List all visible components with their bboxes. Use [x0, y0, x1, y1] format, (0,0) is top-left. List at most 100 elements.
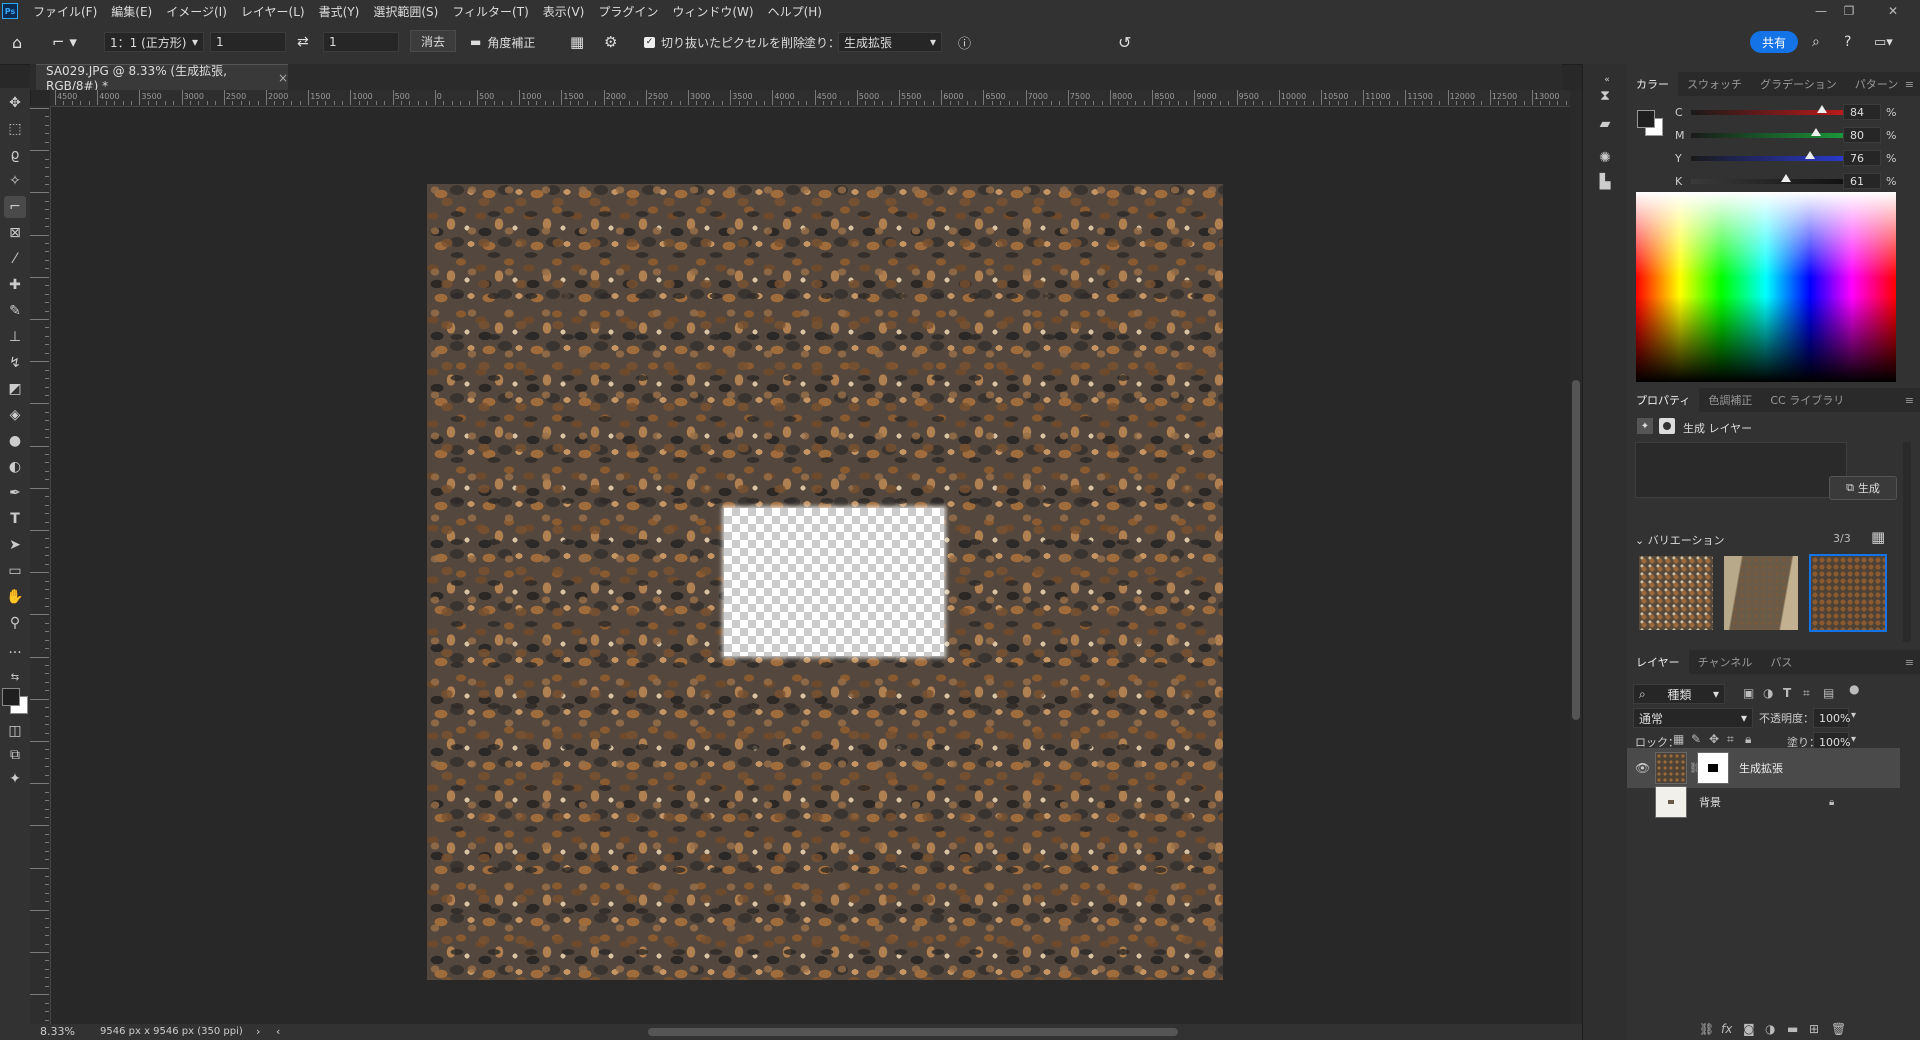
workspace-icon[interactable]: ▭▾ — [1874, 32, 1893, 52]
adjustments-icon[interactable]: ✺ — [1593, 146, 1617, 170]
filter-smart-object-icon[interactable]: ▤ — [1823, 686, 1834, 700]
slider-y-thumb[interactable] — [1804, 151, 1815, 159]
scroll-left-icon[interactable]: ‹ — [276, 1025, 280, 1038]
chevron-right-icon[interactable]: › — [256, 1025, 260, 1038]
crop-tool-icon[interactable]: ⌐ — [4, 196, 26, 218]
path-selection-tool-icon[interactable]: ➤ — [4, 534, 26, 556]
panel-menu-icon[interactable]: ≡ — [1905, 78, 1914, 91]
lasso-tool-icon[interactable]: ϱ — [4, 144, 26, 166]
info-icon[interactable]: ⓘ — [958, 32, 971, 52]
brush-tool-icon[interactable]: ✎ — [4, 300, 26, 322]
histogram-icon[interactable]: ▙ — [1593, 170, 1617, 194]
eraser-tool-icon[interactable]: ◩ — [4, 378, 26, 400]
slider-k-thumb[interactable] — [1781, 174, 1792, 182]
filter-type-icon[interactable]: T — [1783, 686, 1791, 700]
color-spectrum[interactable] — [1636, 192, 1896, 382]
clear-button[interactable]: 消去 — [410, 30, 457, 52]
slider-k-track[interactable] — [1691, 178, 1847, 184]
prompt-input[interactable] — [1635, 442, 1847, 498]
zoom-level[interactable]: 8.33% — [40, 1025, 75, 1038]
filter-shape-icon[interactable]: ⌗ — [1803, 686, 1810, 701]
quick-mask-icon[interactable]: ◫ — [4, 720, 26, 742]
swap-colors-icon[interactable]: ⇆ — [4, 666, 26, 688]
slider-c-thumb[interactable] — [1817, 105, 1828, 113]
swap-icon[interactable]: ⇄ — [297, 32, 309, 52]
menu-file[interactable]: ファイル(F) — [26, 3, 104, 20]
reset-icon[interactable]: ↺ — [1118, 32, 1131, 52]
new-group-icon[interactable]: ▬ — [1787, 1022, 1798, 1036]
slider-m-value[interactable]: 80 — [1843, 127, 1881, 143]
chevron-down-icon[interactable]: ▾ — [1851, 710, 1856, 721]
menu-view[interactable]: 表示(V) — [536, 3, 592, 20]
slider-c-value[interactable]: 84 — [1843, 104, 1881, 120]
slider-y-value[interactable]: 76 — [1843, 150, 1881, 166]
tab-channels[interactable]: チャンネル — [1689, 650, 1762, 674]
menu-plugins[interactable]: プラグイン — [591, 3, 665, 20]
tab-color[interactable]: カラー — [1627, 72, 1678, 96]
slider-y-track[interactable] — [1691, 155, 1847, 161]
tab-adjustments[interactable]: 色調補正 — [1699, 388, 1761, 412]
straighten-button[interactable]: 角度補正 — [487, 34, 535, 51]
more-tools-icon[interactable]: ··· — [4, 642, 26, 664]
vertical-scroll-thumb[interactable] — [1572, 380, 1580, 720]
clone-stamp-tool-icon[interactable]: ⊥ — [4, 326, 26, 348]
lock-all-icon[interactable]: 🔒︎ — [1745, 732, 1751, 747]
menu-image[interactable]: イメージ(I) — [159, 3, 234, 20]
menu-type[interactable]: 書式(Y) — [312, 3, 367, 20]
fill-select[interactable]: 生成拡張 ▾ — [838, 32, 942, 52]
tab-layers[interactable]: レイヤー — [1627, 650, 1689, 674]
filter-toggle-icon[interactable]: ● — [1849, 682, 1859, 696]
history-brush-tool-icon[interactable]: ↯ — [4, 352, 26, 374]
document-tab[interactable]: SA029.JPG @ 8.33% (生成拡張, RGB/8#) * × — [36, 64, 288, 93]
chevron-down-icon[interactable]: ▾ — [1851, 734, 1856, 745]
rectangle-tool-icon[interactable]: ▭ — [4, 560, 26, 582]
menu-layer[interactable]: レイヤー(L) — [234, 3, 312, 20]
grid-view-icon[interactable]: ▦ — [1871, 528, 1885, 546]
comments-icon[interactable]: ▰ — [1593, 112, 1617, 136]
crop-tool-preset-icon[interactable]: ⌐ ▾ — [52, 32, 77, 52]
trash-icon[interactable]: 🗑︎ — [1831, 1022, 1846, 1036]
overlay-grid-icon[interactable]: ▦ — [570, 32, 584, 52]
lock-pixels-icon[interactable]: ✎ — [1691, 732, 1701, 746]
healing-brush-tool-icon[interactable]: ✚ — [4, 274, 26, 296]
slider-m-thumb[interactable] — [1810, 128, 1821, 136]
blur-tool-icon[interactable]: ● — [4, 430, 26, 452]
layer-row[interactable]: 背景 🔒︎ — [1627, 782, 1900, 822]
pen-tool-icon[interactable]: ✒ — [4, 482, 26, 504]
add-mask-icon[interactable]: ◙ — [1743, 1022, 1755, 1036]
blend-mode-select[interactable]: 通常 ▾ — [1633, 708, 1753, 728]
horizontal-scroll-thumb[interactable] — [648, 1028, 1178, 1036]
crop-height-input[interactable]: 1 — [323, 32, 399, 52]
close-icon[interactable]: × — [278, 71, 288, 85]
lock-artboard-icon[interactable]: ⌗ — [1727, 732, 1734, 747]
link-layers-icon[interactable]: ⛓︎ — [1699, 1022, 1714, 1036]
new-layer-icon[interactable]: ⊞ — [1809, 1022, 1819, 1036]
visibility-eye-icon[interactable]: 👁︎ — [1635, 761, 1650, 775]
gear-icon[interactable]: ⚙ — [604, 32, 617, 52]
search-icon[interactable]: ⌕ — [1812, 32, 1820, 52]
lock-position-icon[interactable]: ✥ — [1709, 732, 1719, 746]
type-tool-icon[interactable]: T — [4, 508, 26, 530]
screen-mode-icon[interactable]: ⧉ — [4, 744, 26, 766]
tab-patterns[interactable]: パターン — [1846, 72, 1907, 96]
zoom-tool-icon[interactable]: ⚲ — [4, 612, 26, 634]
layer-name[interactable]: 生成拡張 — [1739, 760, 1783, 776]
close-window-button[interactable]: ✕ — [1880, 0, 1906, 22]
tab-cc-libraries[interactable]: CC ライブラリ — [1761, 388, 1853, 412]
menu-edit[interactable]: 編集(E) — [104, 3, 159, 20]
filter-adjustment-icon[interactable]: ◑ — [1763, 686, 1773, 700]
fx-icon[interactable]: fx — [1721, 1022, 1732, 1036]
share-button[interactable]: 共有 — [1750, 31, 1798, 53]
slider-k-value[interactable]: 61 — [1843, 173, 1881, 189]
slider-m-track[interactable] — [1691, 132, 1847, 138]
menu-filter[interactable]: フィルター(T) — [445, 3, 535, 20]
tab-properties[interactable]: プロパティ — [1627, 388, 1700, 412]
paint-bucket-tool-icon[interactable]: ◈ — [4, 404, 26, 426]
visibility-toggle[interactable] — [1635, 796, 1647, 808]
layer-filter-select[interactable]: ⌕ 種類 ▾ — [1633, 684, 1725, 704]
variation-thumbnail-1[interactable] — [1639, 556, 1713, 630]
hand-tool-icon[interactable]: ✋ — [4, 586, 26, 608]
color-panel-foreground-swatch[interactable] — [1637, 110, 1655, 128]
delete-cropped-checkbox[interactable]: ✓ — [644, 36, 655, 48]
move-tool-icon[interactable]: ✥ — [4, 92, 26, 114]
